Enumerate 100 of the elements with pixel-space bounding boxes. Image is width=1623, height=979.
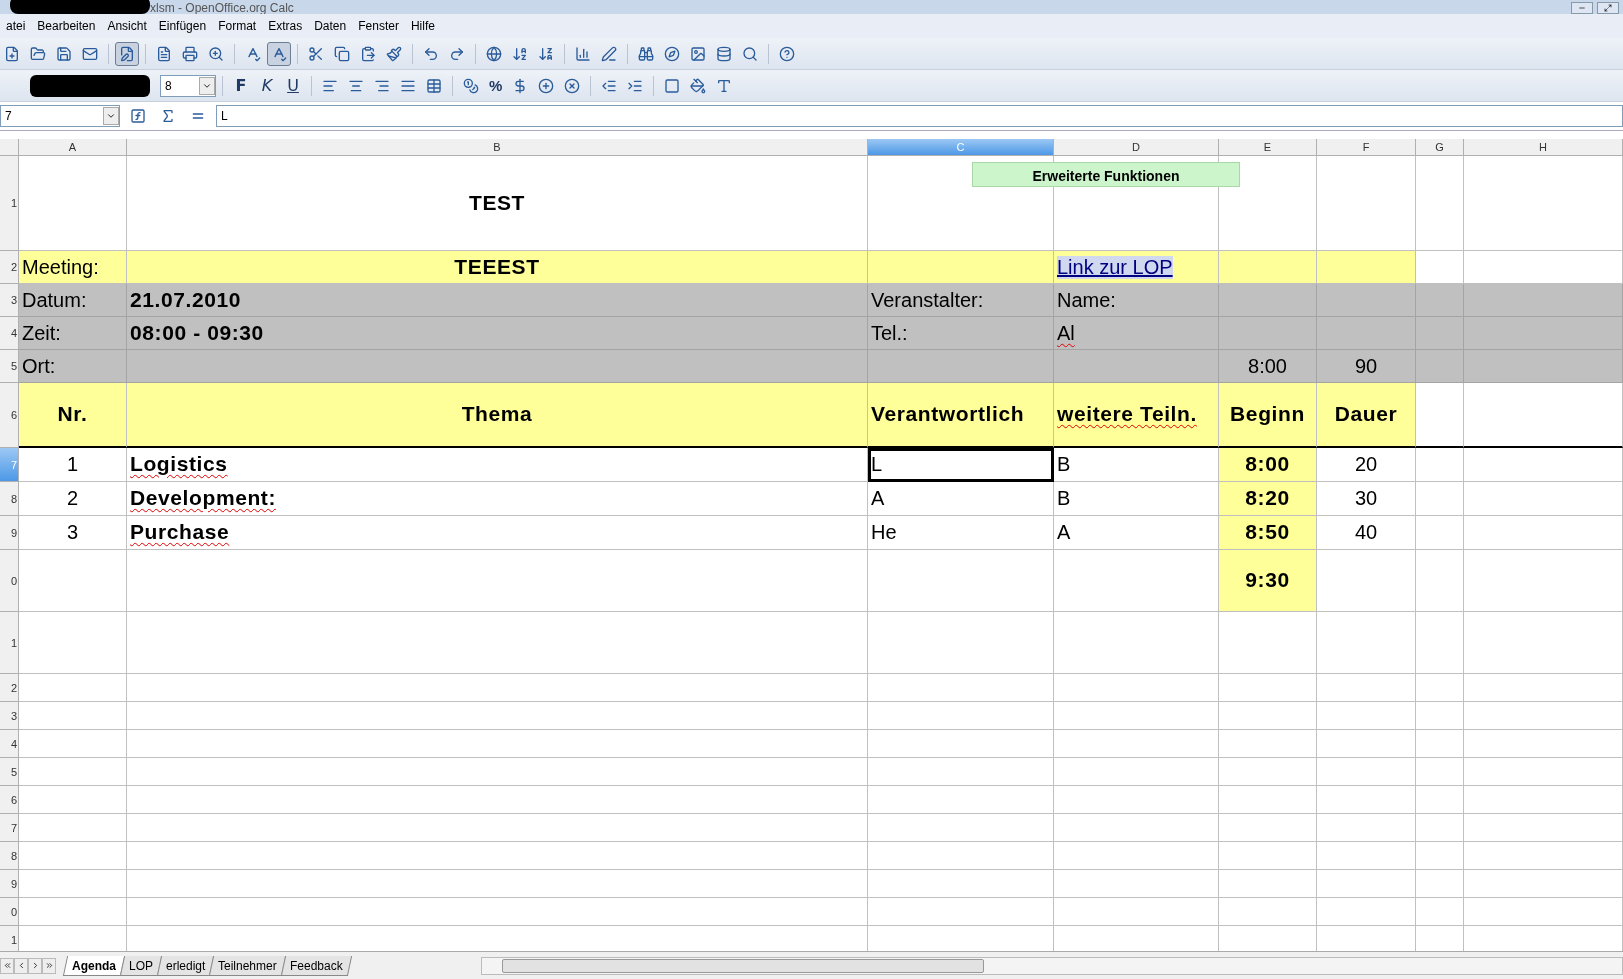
name-box[interactable]: 7 [0,105,120,127]
column-header[interactable]: F [1317,139,1416,156]
table-cell: Zeit: [19,317,127,350]
table-cell: B [1054,482,1219,516]
table-cell: 8:50 [1219,516,1317,550]
row-header[interactable]: 3 [0,702,19,730]
table-cell [1416,612,1464,674]
font-size-field[interactable]: 8 [160,74,216,97]
row-header[interactable]: 0 [0,550,19,612]
auto-spellcheck-icon[interactable] [267,41,291,66]
table-cell: 8:20 [1219,482,1317,516]
menu-item[interactable]: Format [212,19,263,33]
column-header[interactable]: A [19,139,127,156]
row-header[interactable]: 4 [0,317,19,350]
table-cell [1416,730,1464,758]
text-style-button[interactable]: K [255,73,279,98]
column-header[interactable]: H [1464,139,1623,156]
sheet-tab[interactable]: Teilnehmer [209,955,287,976]
formula-input[interactable]: L [216,105,1623,127]
row-header[interactable]: 9 [0,516,19,550]
row-header[interactable]: 7 [0,814,19,842]
table-cell: Thema [127,383,868,448]
edit-file-icon[interactable] [115,41,139,66]
row-header[interactable]: 5 [0,758,19,786]
row-header[interactable]: 2 [0,674,19,702]
table-cell [1416,516,1464,550]
column-header[interactable]: D [1054,139,1219,156]
table-cell: TEEEST [127,251,868,284]
table-cell: Ort: [19,350,127,383]
sheet-tab[interactable]: Agenda [62,955,126,976]
table-cell: 40 [1317,516,1416,550]
row-header[interactable]: 6 [0,383,19,448]
row-header[interactable]: 3 [0,284,19,317]
sheet-tab[interactable]: LOP [119,955,163,976]
percent-button[interactable]: % [485,73,507,98]
table-cell: 3 [19,516,127,550]
maximize-button[interactable] [1597,2,1619,14]
menu-item[interactable]: Einfügen [152,19,213,33]
table-cell: He [868,516,1054,550]
table-cell: Al [1054,317,1219,350]
row-header[interactable]: 4 [0,730,19,758]
row-header[interactable]: 8 [0,842,19,870]
table-cell: 8:00 [1219,350,1317,383]
table-cell: Verantwortlich [868,383,1054,448]
table-cell [1416,482,1464,516]
table-cell: 20 [1317,448,1416,482]
row-header[interactable]: 9 [0,870,19,898]
row-header[interactable]: 6 [0,786,19,814]
menu-item[interactable]: Extras [262,19,309,33]
menu-item[interactable]: Daten [308,19,353,33]
sheet-tab[interactable]: Feedback [280,955,352,976]
column-header[interactable]: B [127,139,868,156]
menu-item[interactable]: Fenster [352,19,405,33]
table-cell [1416,674,1464,702]
column-header[interactable]: E [1219,139,1317,156]
table-cell: Beginn [1219,383,1317,448]
table-cell: B [1054,448,1219,482]
menu-item[interactable]: atei [0,19,32,33]
table-cell: 9:30 [1219,550,1317,612]
row-header[interactable]: 0 [0,898,19,926]
form-button[interactable]: Erweiterte Funktionen [972,162,1240,187]
menu-item[interactable]: Bearbeiten [31,19,102,33]
table-cell: 1 [19,448,127,482]
row-header[interactable]: 2 [0,251,19,284]
table-cell: Dauer [1317,383,1416,448]
first-sheet-button[interactable] [0,957,14,974]
row-header[interactable]: 1 [0,926,19,951]
row-header[interactable]: 1 [0,156,19,251]
table-cell: L [868,448,1054,482]
table-cell: 90 [1317,350,1416,383]
row-header[interactable]: 1 [0,612,19,674]
sheet-tab[interactable]: erledigt [156,955,215,976]
row-header[interactable]: 5 [0,350,19,383]
table-cell: 8:00 [1219,448,1317,482]
caret-icon [106,111,116,121]
table-cell [1416,383,1464,448]
maximize-icon [1604,4,1612,12]
corner-cell[interactable] [0,139,19,156]
horizontal-scrollbar[interactable] [481,956,1623,975]
table-cell [1416,758,1464,786]
table-cell [1416,702,1464,730]
double-chevron-right-icon [44,961,54,970]
text-style-button[interactable]: U [281,73,305,98]
minimize-icon [1578,4,1586,12]
table-cell: weitere Teiln. [1054,383,1219,448]
last-sheet-button[interactable] [42,957,56,974]
table-cell: 30 [1317,482,1416,516]
menu-item[interactable]: Ansicht [101,19,153,33]
table-cell [1416,251,1464,284]
menu-item[interactable]: Hilfe [404,19,441,33]
row-header[interactable]: 8 [0,482,19,516]
link[interactable]: Link zur LOP [1057,255,1173,279]
table-cell: 21.07.2010 [127,284,868,317]
table-cell: 2 [19,482,127,516]
text-style-button[interactable]: F [229,73,253,98]
table-cell: A [868,482,1054,516]
table-cell: Tel.: [868,317,1054,350]
table-cell: A [1054,516,1219,550]
table-cell: Logistics [127,448,868,482]
column-header[interactable]: G [1416,139,1464,156]
